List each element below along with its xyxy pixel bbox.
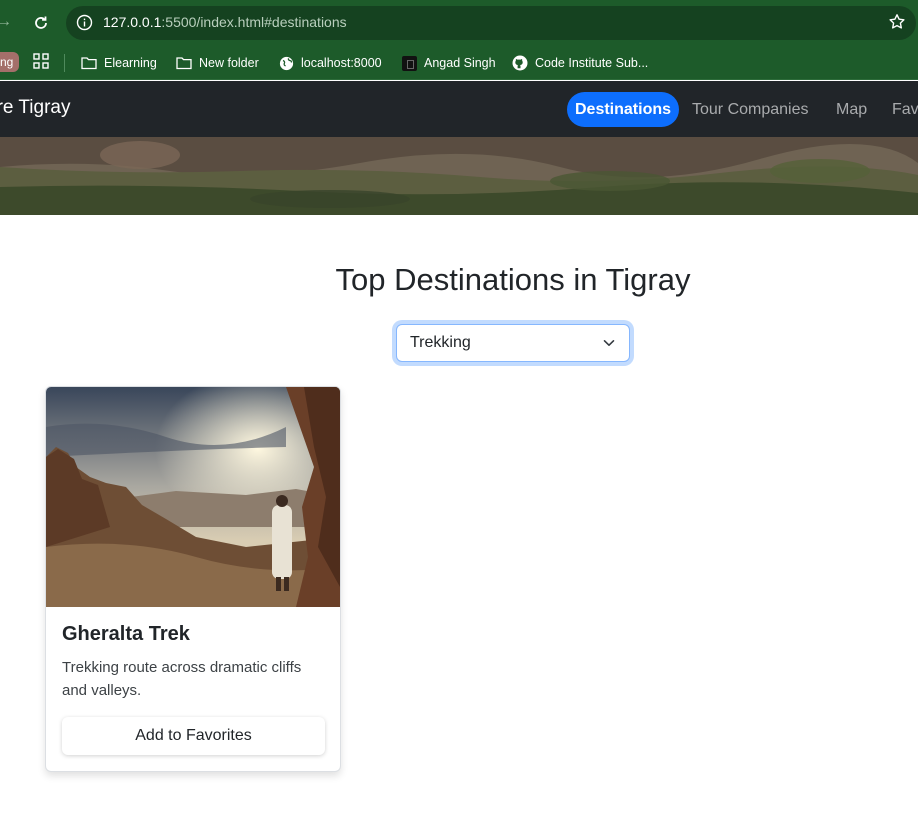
folder-icon bbox=[81, 57, 97, 70]
bookmark-star-icon[interactable] bbox=[888, 13, 906, 31]
add-to-favorites-button[interactable]: Add to Favorites bbox=[62, 717, 325, 755]
site-info-icon[interactable] bbox=[76, 14, 93, 31]
forward-arrow-icon[interactable]: → bbox=[0, 13, 12, 31]
bookmark-code-institute[interactable]: Code Institute Sub... bbox=[512, 46, 648, 80]
github-icon bbox=[512, 55, 528, 71]
card-title: Gheralta Trek bbox=[62, 623, 190, 645]
bookmarks-bar: ng Elearning New folder localhost:8000 A… bbox=[0, 46, 918, 80]
page-heading: Top Destinations in Tigray bbox=[335, 262, 691, 297]
nav-map[interactable]: Map bbox=[828, 92, 875, 127]
bookmark-new-folder[interactable]: New folder bbox=[176, 46, 259, 80]
destination-card: Gheralta Trek Trekking route across dram… bbox=[45, 386, 341, 772]
browser-toolbar: → 127.0.0.1:5500/index.html#destinations bbox=[0, 0, 918, 46]
nav-destinations[interactable]: Destinations bbox=[567, 92, 680, 127]
reload-icon[interactable] bbox=[31, 13, 51, 33]
bookmark-angad-singh[interactable]: Angad Singh bbox=[402, 46, 496, 80]
site-brand[interactable]: ore Tigray bbox=[0, 97, 70, 119]
card-description: Trekking route across dramatic cliffs an… bbox=[62, 659, 302, 699]
folder-icon bbox=[176, 57, 192, 70]
category-filter-select[interactable]: Trekking bbox=[396, 324, 630, 362]
nav-favorites[interactable]: Fav bbox=[884, 92, 918, 127]
tab-group-chip[interactable]: ng bbox=[0, 52, 20, 72]
url-text: 127.0.0.1:5500/index.html#destinations bbox=[103, 14, 347, 30]
apps-grid-icon[interactable] bbox=[33, 53, 49, 69]
bookmark-elearning[interactable]: Elearning bbox=[81, 46, 157, 80]
bookmark-localhost[interactable]: localhost:8000 bbox=[279, 46, 382, 80]
site-navbar: ore Tigray Destinations Tour Companies M… bbox=[0, 81, 918, 137]
globe-icon bbox=[279, 56, 294, 70]
address-bar[interactable]: 127.0.0.1:5500/index.html#destinations bbox=[66, 6, 916, 40]
hero-image bbox=[0, 137, 918, 215]
category-filter-value: Trekking bbox=[410, 334, 471, 351]
chevron-down-icon bbox=[603, 340, 615, 346]
bookmarks-divider bbox=[64, 54, 65, 72]
profile-favicon-icon bbox=[402, 55, 417, 71]
nav-tour-companies[interactable]: Tour Companies bbox=[684, 92, 817, 127]
destination-photo bbox=[46, 387, 340, 607]
